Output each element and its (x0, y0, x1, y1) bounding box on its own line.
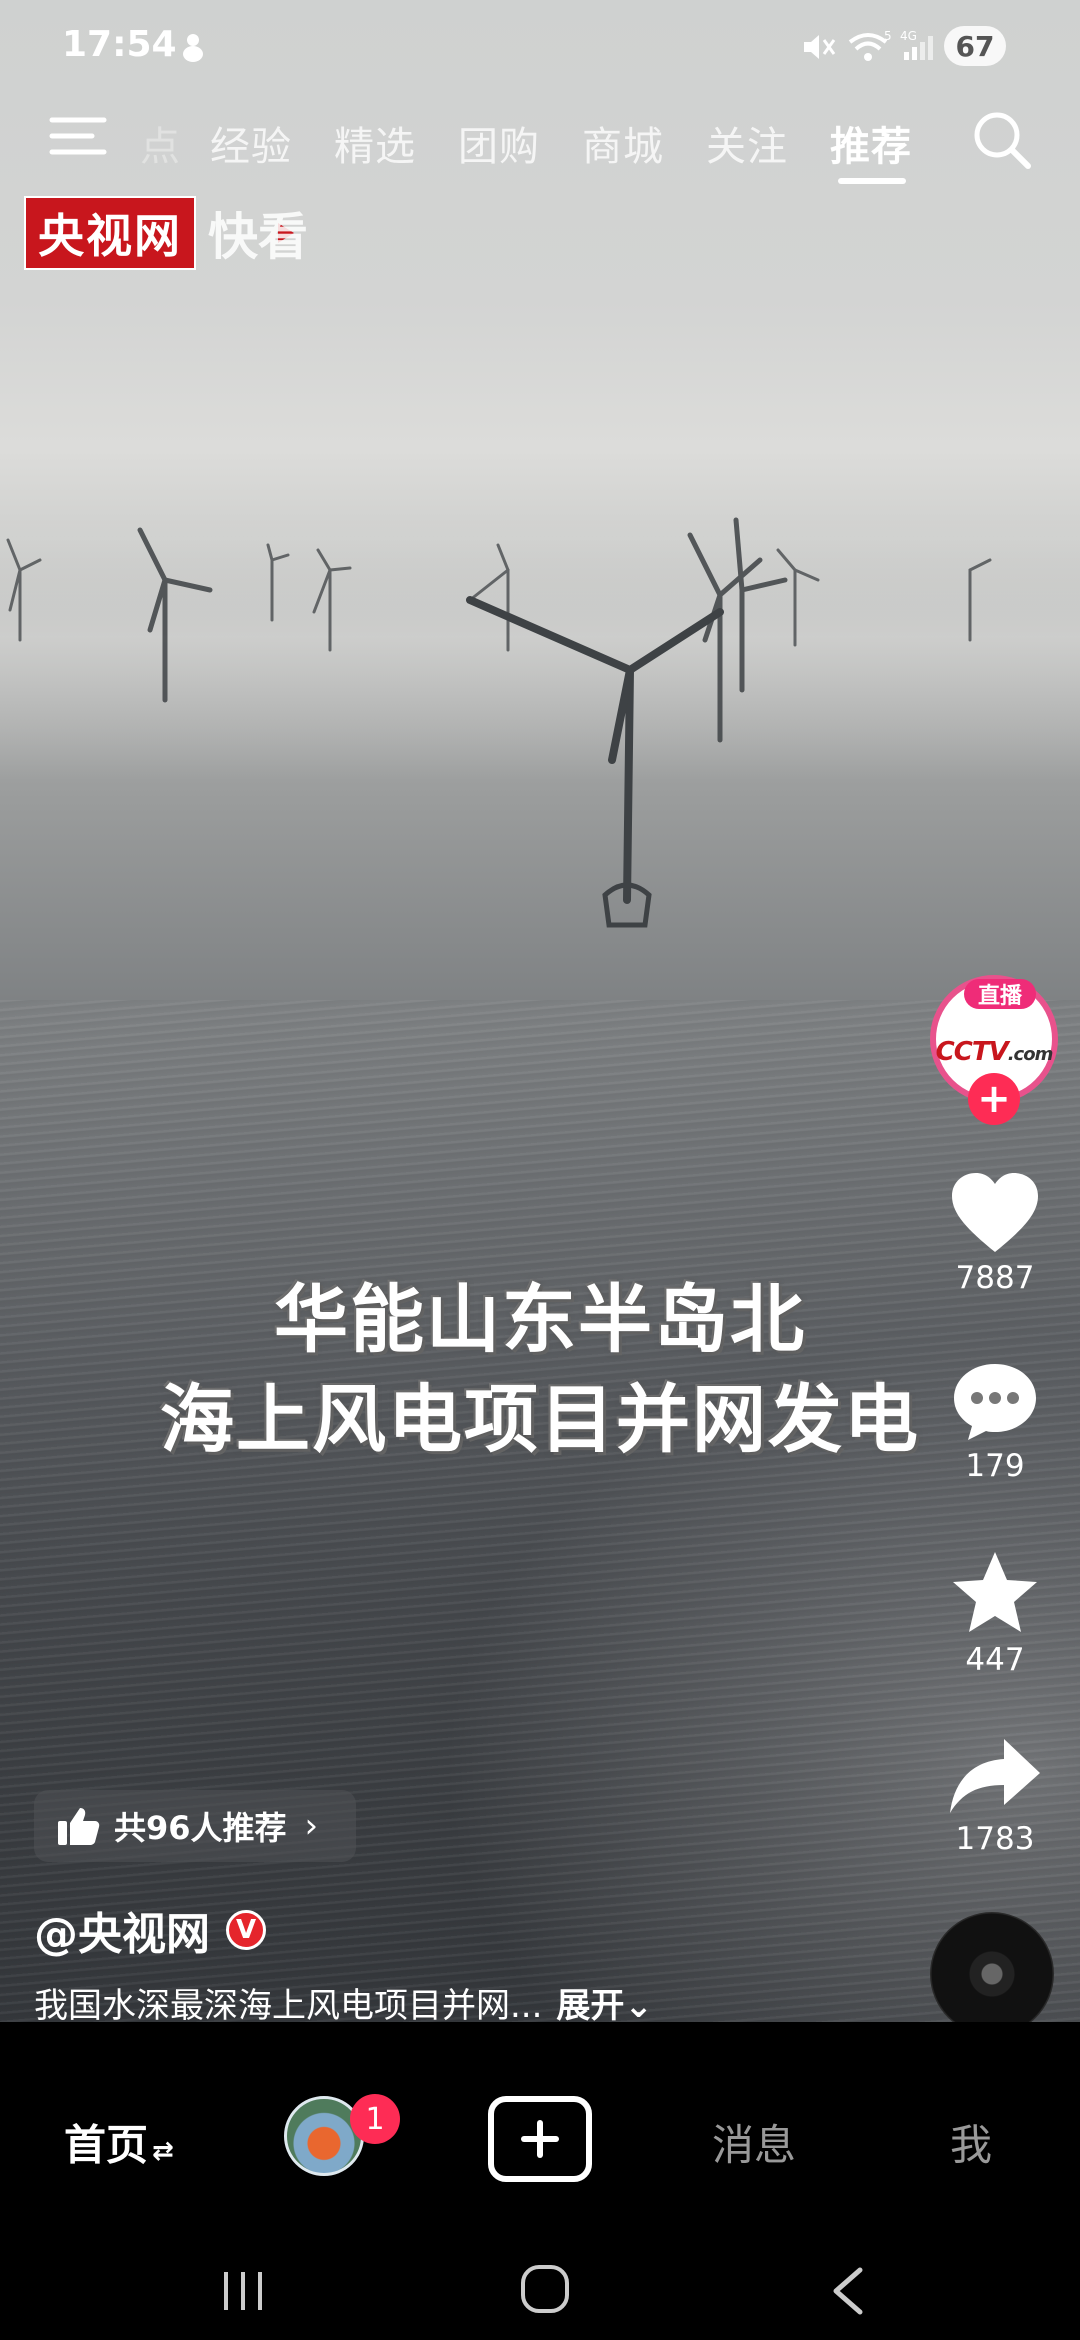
tab-mall[interactable]: 商城 (582, 114, 664, 172)
watermark-brand: 央视网 (24, 196, 196, 270)
favorite-button[interactable]: 447 (940, 1548, 1050, 1678)
share-button[interactable]: 1783 (940, 1735, 1050, 1857)
share-count: 1783 (955, 1821, 1035, 1857)
tab-featured[interactable]: 精选 (334, 114, 416, 172)
follow-button[interactable]: + (968, 1073, 1020, 1125)
menu-icon[interactable] (48, 114, 108, 158)
recent-apps-icon[interactable] (218, 2266, 268, 2320)
friends-notification-badge: 1 (350, 2094, 400, 2144)
create-button[interactable] (488, 2096, 592, 2182)
live-badge: 直播 (964, 979, 1036, 1009)
caption-line-2: 海上风电项目并网发电 (160, 1377, 920, 1463)
tab-experience[interactable]: 经验 (210, 114, 292, 172)
notification-icon (178, 30, 208, 71)
nav-me[interactable]: 我 (950, 2112, 992, 2173)
chevron-right-icon: › (304, 1806, 319, 1846)
cctv-logo: CCTV.com (935, 1037, 1054, 1067)
status-bar: 17:54 5 4G 67 (0, 0, 1080, 90)
status-time: 17:54 (62, 24, 177, 65)
like-count: 7887 (955, 1260, 1035, 1296)
comment-icon (954, 1364, 1036, 1440)
battery-indicator: 67 (944, 26, 1006, 66)
creator-avatar-block: 直播 CCTV.com + (930, 975, 1058, 1125)
verified-badge-icon: V (226, 1910, 266, 1950)
share-icon (950, 1739, 1040, 1813)
author-name[interactable]: @央视网 (34, 1898, 210, 1962)
like-button[interactable]: 7887 (940, 1170, 1050, 1296)
wifi-icon: 5 (846, 29, 896, 71)
tab-group-buy[interactable]: 团购 (458, 114, 540, 172)
description-row: 我国水深最深海上风电项目并网... 展开⌄ (34, 1978, 653, 2027)
svg-text:5: 5 (884, 30, 892, 43)
author-row[interactable]: @央视网 V (34, 1898, 266, 1962)
thumbs-up-icon (58, 1808, 100, 1845)
wind-turbines-illustration (6, 517, 992, 928)
mute-icon (800, 30, 836, 71)
recommend-pill[interactable]: 共96人推荐 › (34, 1790, 356, 1862)
nav-messages[interactable]: 消息 (712, 2112, 796, 2173)
comment-button[interactable]: 179 (940, 1360, 1050, 1484)
switch-icon: ⇄ (152, 2136, 174, 2167)
svg-text:4G: 4G (900, 30, 917, 43)
active-tab-indicator (838, 178, 906, 184)
nav-home[interactable]: 首页 ⇄ (64, 2112, 174, 2173)
heart-icon (952, 1173, 1038, 1252)
home-icon[interactable] (518, 2262, 572, 2320)
tab-following[interactable]: 关注 (706, 114, 788, 172)
favorite-count: 447 (965, 1642, 1025, 1678)
tab-partial[interactable]: 点 (140, 114, 181, 172)
tab-recommended[interactable]: 推荐 (830, 114, 912, 172)
bottom-nav: 首页 ⇄ 1 消息 我 (0, 2022, 1080, 2262)
video-player[interactable] (0, 0, 1080, 2022)
nav-home-label: 首页 (64, 2120, 149, 2170)
expand-button[interactable]: 展开⌄ (556, 1978, 653, 2027)
music-disc-icon[interactable] (930, 1912, 1054, 2036)
search-icon[interactable] (970, 108, 1034, 172)
watermark-product: 快看 (208, 208, 308, 266)
cctv-logo-text: CCTV (935, 1037, 1009, 1067)
plus-icon (521, 2120, 559, 2158)
star-icon (953, 1552, 1037, 1632)
signal-icon: 4G (898, 29, 938, 71)
comment-count: 179 (965, 1448, 1025, 1484)
back-icon[interactable] (826, 2264, 870, 2322)
cctv-logo-suffix: .com (1007, 1044, 1054, 1065)
video-caption: 华能山东半岛北 海上风电项目并网发电 (120, 1270, 960, 1470)
cctv-watermark: 央视网 快看 (24, 196, 308, 270)
system-nav-bar (0, 2262, 1080, 2340)
recommend-text: 共96人推荐 (114, 1809, 287, 1847)
caption-line-1: 华能山东半岛北 (274, 1277, 806, 1363)
video-description: 我国水深最深海上风电项目并网... (34, 1986, 543, 2026)
top-tab-nav: 点 经验 精选 团购 商城 关注 推荐 (0, 100, 1080, 190)
